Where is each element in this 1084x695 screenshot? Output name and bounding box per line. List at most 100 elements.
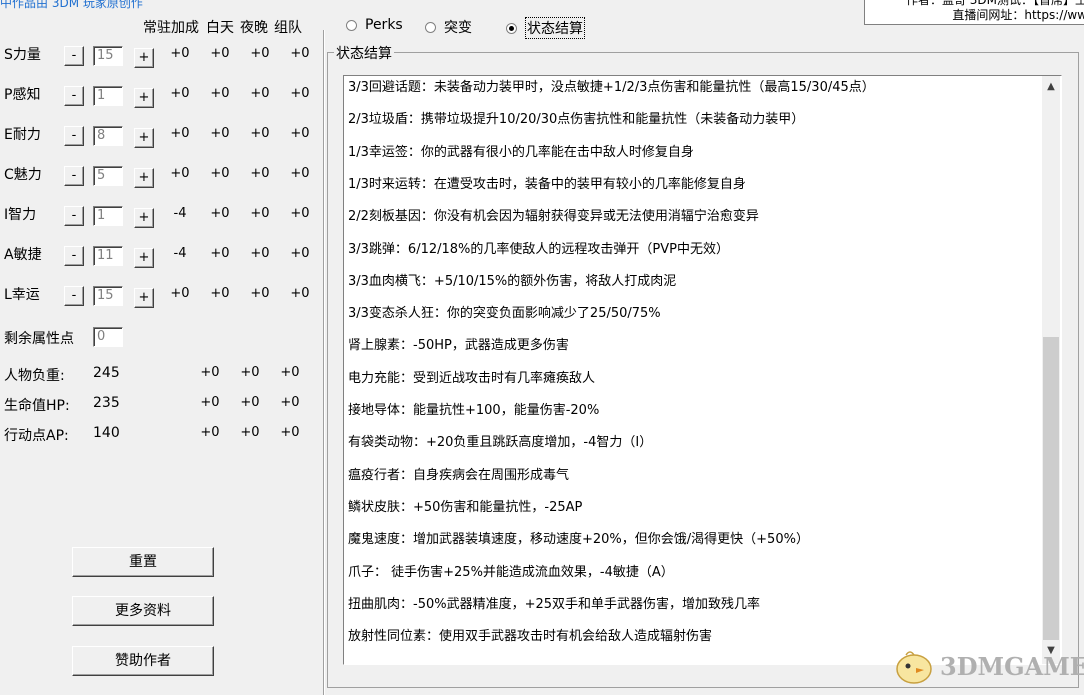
list-scrollbar[interactable]: ▲ ▼	[1042, 76, 1060, 664]
list-item[interactable]: 瘟疫行者：自身疾病会在周围形成毒气	[348, 466, 569, 486]
increase-button[interactable]: +	[134, 48, 154, 68]
stat-bonus: +0	[210, 166, 230, 181]
stat-bonus: +0	[170, 86, 190, 101]
decrease-button[interactable]: -	[64, 166, 84, 186]
radio-perks-indicator[interactable]	[346, 19, 357, 31]
stat-value-field[interactable]: 1	[93, 206, 123, 226]
derived-stat-value: 140	[93, 425, 120, 441]
radio-perks-label: Perks	[365, 17, 403, 33]
stream-url[interactable]: 直播间网址：https://ww	[952, 6, 1084, 23]
list-item[interactable]: 1/3幸运签：你的武器有很小的几率能在击中敌人时修复自身	[348, 143, 694, 163]
radio-mutation[interactable]: 突变	[425, 17, 472, 37]
increase-button[interactable]: +	[134, 168, 154, 188]
col-header-night: 夜晚	[240, 20, 268, 36]
list-item[interactable]: 魔鬼速度：增加武器装填速度，移动速度+20%，但你会饿/渴得更快（+50%）	[348, 530, 809, 550]
radio-mutation-indicator[interactable]	[425, 21, 436, 33]
stat-value-field[interactable]: 15	[93, 46, 123, 66]
radio-status-summary-indicator[interactable]	[506, 22, 517, 34]
stat-bonus: +0	[210, 86, 230, 101]
decrease-button[interactable]: -	[64, 126, 84, 146]
scroll-up-icon[interactable]: ▲	[1042, 78, 1060, 96]
list-item[interactable]: 鳞状皮肤：+50伤害和能量抗性，-25AP	[348, 498, 582, 518]
derived-stat-bonus: +0	[200, 365, 220, 380]
derived-stat-value: 235	[93, 395, 120, 411]
chick-logo-icon	[896, 651, 932, 684]
derived-stat-label: 人物负重:	[4, 368, 65, 384]
col-header-day: 白天	[206, 20, 234, 36]
list-item[interactable]: 3/3血肉横飞：+5/10/15%的额外伤害，将敌人打成肉泥	[348, 272, 676, 292]
derived-stat-bonus: +0	[200, 395, 220, 410]
derived-stat-label: 行动点AP:	[4, 428, 69, 444]
increase-button[interactable]: +	[134, 88, 154, 108]
increase-button[interactable]: +	[134, 208, 154, 228]
top-link[interactable]: 中作品由 3DM 玩家原创作	[0, 0, 143, 11]
watermark: 3DMGAME	[892, 646, 1084, 686]
derived-stat-value: 245	[93, 365, 120, 381]
list-item[interactable]: 2/2刻板基因：你没有机会因为辐射获得变异或无法使用消辐宁治愈变异	[348, 207, 759, 227]
list-item[interactable]: 有袋类动物：+20负重且跳跃高度增加，-4智力（I）	[348, 433, 652, 453]
list-item[interactable]: 电力充能：受到近战攻击时有几率瘫痪敌人	[348, 369, 595, 389]
derived-stat-bonus: +0	[280, 395, 300, 410]
derived-stat-bonus: +0	[240, 395, 260, 410]
more-info-button[interactable]: 更多资料	[72, 596, 214, 626]
stat-bonus: +0	[290, 166, 310, 181]
stat-bonus: +0	[250, 286, 270, 301]
stat-label: S力量	[4, 47, 41, 63]
list-item[interactable]: 接地导体：能量抗性+100，能量伤害-20%	[348, 401, 599, 421]
list-item[interactable]: 2/3垃圾盾：携带垃圾提升10/20/30点伤害抗性和能量抗性（未装备动力装甲）	[348, 110, 804, 130]
stat-bonus: +0	[290, 246, 310, 261]
radio-status-summary[interactable]: 状态结算	[506, 17, 585, 39]
decrease-button[interactable]: -	[64, 206, 84, 226]
stat-label: P感知	[4, 87, 41, 103]
stat-value-field[interactable]: 11	[93, 246, 123, 266]
status-summary-list[interactable]: 3/3回避话题：未装备动力装甲时，没点敏捷+1/2/3点伤害和能量抗性（最高15…	[343, 75, 1062, 665]
stat-bonus: -4	[173, 206, 187, 221]
stat-bonus: +0	[290, 206, 310, 221]
radio-mutation-label: 突变	[444, 20, 472, 36]
stat-bonus: +0	[210, 286, 230, 301]
decrease-button[interactable]: -	[64, 286, 84, 306]
remaining-points-field: 0	[93, 327, 123, 347]
stat-bonus: +0	[290, 286, 310, 301]
list-item[interactable]: 3/3回避话题：未装备动力装甲时，没点敏捷+1/2/3点伤害和能量抗性（最高15…	[348, 78, 875, 98]
stat-bonus: +0	[290, 46, 310, 61]
decrease-button[interactable]: -	[64, 246, 84, 266]
list-item[interactable]: 爪子： 徒手伤害+25%并能造成流血效果，-4敏捷（A）	[348, 563, 674, 583]
derived-stat-bonus: +0	[240, 365, 260, 380]
stat-bonus: +0	[210, 126, 230, 141]
stat-bonus: -4	[173, 246, 187, 261]
col-header-team: 组队	[274, 20, 302, 36]
increase-button[interactable]: +	[134, 128, 154, 148]
stat-value-field[interactable]: 1	[93, 86, 123, 106]
col-header-permanent: 常驻加成	[143, 20, 199, 36]
stat-bonus: +0	[170, 126, 190, 141]
stat-value-field[interactable]: 5	[93, 166, 123, 186]
list-item[interactable]: 1/3时来运转：在遭受攻击时，装备中的装甲有较小的几率能修复自身	[348, 175, 746, 195]
stat-label: L幸运	[4, 287, 40, 303]
panel-divider	[323, 30, 324, 695]
scroll-thumb[interactable]	[1043, 337, 1059, 640]
stat-bonus: +0	[250, 46, 270, 61]
stat-value-field[interactable]: 15	[93, 286, 123, 306]
derived-stat-bonus: +0	[200, 425, 220, 440]
radio-perks[interactable]: Perks	[346, 17, 403, 33]
increase-button[interactable]: +	[134, 288, 154, 308]
sponsor-author-button[interactable]: 赞助作者	[72, 646, 214, 676]
increase-button[interactable]: +	[134, 248, 154, 268]
decrease-button[interactable]: -	[64, 46, 84, 66]
derived-stat-bonus: +0	[240, 425, 260, 440]
stat-bonus: +0	[250, 86, 270, 101]
list-item[interactable]: 肾上腺素：-50HP，武器造成更多伤害	[348, 336, 569, 356]
stat-label: E耐力	[4, 127, 41, 143]
stat-value-field[interactable]: 8	[93, 126, 123, 146]
stat-bonus: +0	[210, 206, 230, 221]
decrease-button[interactable]: -	[64, 86, 84, 106]
stat-bonus: +0	[170, 46, 190, 61]
list-item[interactable]: 放射性同位素：使用双手武器攻击时有机会给敌人造成辐射伤害	[348, 627, 712, 647]
reset-button[interactable]: 重置	[72, 547, 214, 577]
list-item[interactable]: 3/3变态杀人狂：你的突变负面影响减少了25/50/75%	[348, 304, 661, 324]
list-item[interactable]: 扭曲肌肉：-50%武器精准度，+25双手和单手武器伤害，增加致残几率	[348, 595, 760, 615]
list-item[interactable]: 3/3跳弹：6/12/18%的几率使敌人的远程攻击弹开（PVP中无效）	[348, 240, 729, 260]
derived-stat-label: 生命值HP:	[4, 398, 70, 414]
stat-bonus: +0	[290, 86, 310, 101]
